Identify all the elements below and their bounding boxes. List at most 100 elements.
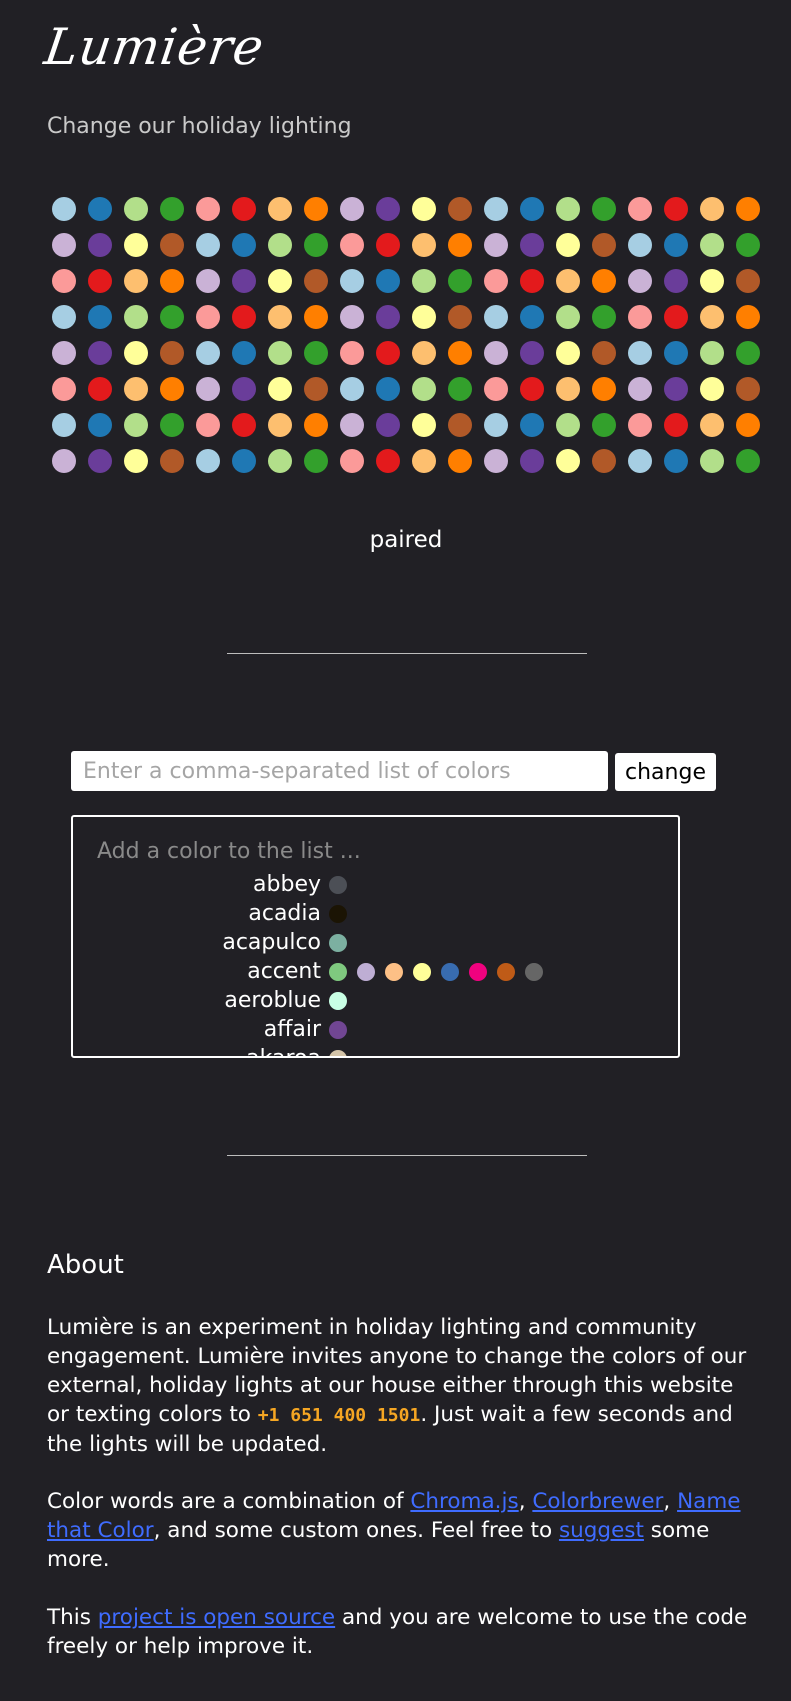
light-dot (628, 233, 652, 257)
light-dot (52, 341, 76, 365)
light-dot (340, 377, 364, 401)
about-heading: About (47, 1250, 124, 1280)
color-swatches (329, 875, 357, 894)
suggest-link[interactable]: suggest (559, 1518, 644, 1543)
light-dot (448, 449, 472, 473)
light-dot (124, 197, 148, 221)
light-dot (484, 233, 508, 257)
light-dot (700, 305, 724, 329)
light-dot (88, 341, 112, 365)
color-swatch (329, 904, 347, 923)
light-dot (736, 341, 760, 365)
light-dot (736, 269, 760, 293)
light-dot (484, 197, 508, 221)
change-button[interactable]: change (615, 753, 716, 791)
light-dot (448, 197, 472, 221)
light-dot (520, 269, 544, 293)
about-text: , (663, 1489, 678, 1514)
open-source-link[interactable]: project is open source (98, 1605, 335, 1630)
light-dot (664, 341, 688, 365)
color-option-label: acapulco (222, 930, 321, 955)
light-dot (628, 449, 652, 473)
light-dot (628, 413, 652, 437)
light-dot (484, 269, 508, 293)
light-dot (160, 449, 184, 473)
light-dot (412, 377, 436, 401)
color-option[interactable]: akaroa (73, 1044, 678, 1056)
light-dot (376, 233, 400, 257)
light-dot (736, 377, 760, 401)
light-dot (232, 233, 256, 257)
light-dot (376, 377, 400, 401)
light-dot (448, 377, 472, 401)
light-dot (232, 449, 256, 473)
colorbrewer-link[interactable]: Colorbrewer (532, 1489, 663, 1514)
light-dot (592, 305, 616, 329)
color-option[interactable]: accent (73, 957, 678, 986)
light-dot (196, 233, 220, 257)
light-dot (268, 197, 292, 221)
chroma-link[interactable]: Chroma.js (410, 1489, 518, 1514)
light-dot (592, 377, 616, 401)
light-dot (88, 377, 112, 401)
light-dot (664, 197, 688, 221)
light-dot (592, 233, 616, 257)
color-option-label: accent (247, 959, 321, 984)
light-dot (88, 449, 112, 473)
color-option[interactable]: aeroblue (73, 986, 678, 1015)
add-color-list[interactable]: Add a color to the list ... abbey acadia a… (71, 815, 680, 1058)
light-dot (268, 377, 292, 401)
color-option[interactable]: abbey (73, 870, 678, 899)
light-dot (700, 377, 724, 401)
light-dot (340, 449, 364, 473)
color-swatch (357, 962, 375, 981)
color-swatch (385, 962, 403, 981)
light-dot (196, 197, 220, 221)
colors-input[interactable] (71, 751, 608, 791)
light-dot (520, 413, 544, 437)
light-dot (52, 377, 76, 401)
color-option[interactable]: acadia (73, 899, 678, 928)
light-dot (556, 377, 580, 401)
light-dot (88, 413, 112, 437)
light-dot (484, 305, 508, 329)
color-options: abbey acadia acapulco accent aeroblue affair a… (73, 870, 678, 1056)
light-dot (700, 341, 724, 365)
color-swatch (329, 991, 347, 1010)
color-swatch (497, 962, 515, 981)
light-dot (628, 197, 652, 221)
light-dot (376, 449, 400, 473)
light-dot (52, 449, 76, 473)
color-option[interactable]: affair (73, 1015, 678, 1044)
about-text: Color words are a combination of (47, 1489, 411, 1514)
light-dot (664, 377, 688, 401)
light-dot (736, 449, 760, 473)
color-swatches (329, 1049, 357, 1056)
light-dot (340, 341, 364, 365)
light-dot (124, 341, 148, 365)
tagline: Change our holiday lighting (47, 114, 352, 139)
light-dot (556, 341, 580, 365)
light-dot (304, 269, 328, 293)
light-dot (520, 377, 544, 401)
light-dot (304, 305, 328, 329)
color-swatches (329, 1020, 357, 1039)
light-dot (592, 197, 616, 221)
color-swatch (413, 962, 431, 981)
light-dot (736, 197, 760, 221)
about-text: , (518, 1489, 533, 1514)
about-text: This (47, 1605, 98, 1630)
color-option[interactable]: acapulco (73, 928, 678, 957)
light-dot (556, 413, 580, 437)
color-option-label: acadia (248, 901, 321, 926)
add-color-placeholder[interactable]: Add a color to the list ... (97, 839, 361, 864)
light-dot (232, 413, 256, 437)
light-dot (340, 413, 364, 437)
light-dot (160, 269, 184, 293)
light-dot (736, 413, 760, 437)
light-dot (196, 377, 220, 401)
light-dot (340, 233, 364, 257)
light-dot (124, 413, 148, 437)
light-dot (268, 269, 292, 293)
light-dot (520, 449, 544, 473)
